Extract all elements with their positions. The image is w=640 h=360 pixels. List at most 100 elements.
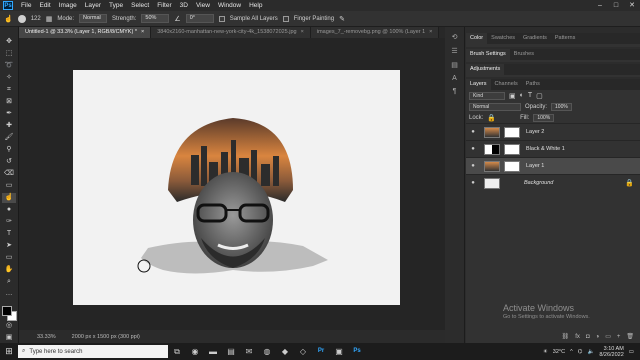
screen-mode-icon[interactable]: ▣ xyxy=(2,333,16,343)
history-brush-icon[interactable]: ↺ xyxy=(2,157,16,167)
crop-tool-icon[interactable]: ⌗ xyxy=(2,85,16,95)
lock-icon[interactable]: 🔒 xyxy=(487,114,496,122)
tab-adjustments[interactable]: Adjustments xyxy=(466,64,505,75)
close-icon[interactable]: ✕ xyxy=(624,0,640,11)
eraser-tool-icon[interactable]: ⌫ xyxy=(2,169,16,179)
new-layer-icon[interactable]: + xyxy=(617,334,621,340)
fill-input[interactable]: 100% xyxy=(533,113,555,122)
premiere-icon[interactable]: Pr xyxy=(312,345,330,358)
menu-select[interactable]: Select xyxy=(127,0,153,11)
close-tab-icon[interactable]: × xyxy=(301,29,304,35)
dodge-tool-icon[interactable]: ● xyxy=(2,205,16,215)
document-canvas[interactable] xyxy=(73,70,400,305)
layer-row[interactable]: ● Background 🔒 xyxy=(466,174,640,191)
zoom-level[interactable]: 33.33% xyxy=(37,334,56,340)
visibility-eye-icon[interactable]: ● xyxy=(466,129,480,135)
close-tab-icon[interactable]: × xyxy=(429,29,432,35)
mail-icon[interactable]: ✉ xyxy=(240,345,258,358)
canvas-area[interactable] xyxy=(19,38,445,330)
menu-edit[interactable]: Edit xyxy=(35,0,54,11)
adjustment-layer-icon[interactable]: ◑ xyxy=(596,334,600,340)
maximize-icon[interactable]: □ xyxy=(608,0,624,11)
hand-tool-icon[interactable]: ✋ xyxy=(2,265,16,275)
app-icon[interactable]: ◆ xyxy=(276,345,294,358)
filter-type-icon[interactable]: T xyxy=(528,92,532,99)
tab-brush-settings[interactable]: Brush Settings xyxy=(466,49,510,60)
opacity-input[interactable]: 100% xyxy=(551,102,572,111)
menu-3d[interactable]: 3D xyxy=(176,0,192,11)
link-icon[interactable]: ⛓ xyxy=(562,333,570,340)
type-tool-icon[interactable]: T xyxy=(2,229,16,239)
visibility-eye-icon[interactable]: ● xyxy=(466,180,480,186)
menu-type[interactable]: Type xyxy=(105,0,127,11)
photoshop-taskbar-icon[interactable]: Ps xyxy=(348,345,366,358)
windows-start-icon[interactable]: ⊞ xyxy=(0,346,18,357)
brush-settings-icon[interactable]: ▦ xyxy=(46,15,53,23)
quick-mask-icon[interactable]: ◎ xyxy=(2,321,16,331)
taskbar-search[interactable]: ⌕ Type here to search xyxy=(18,345,168,358)
visibility-eye-icon[interactable]: ● xyxy=(466,163,480,169)
eyedropper-icon[interactable]: ✒ xyxy=(2,109,16,119)
color-swatches[interactable] xyxy=(1,305,17,321)
mode-select[interactable]: Normal xyxy=(79,14,108,23)
clock[interactable]: 3:10 AM 8/26/2022 xyxy=(599,346,623,358)
layer-row[interactable]: ● Black & White 1 xyxy=(466,140,640,157)
blend-mode-select[interactable]: Normal xyxy=(469,102,521,111)
task-view-icon[interactable]: ⧉ xyxy=(168,345,186,358)
more-tools-icon[interactable]: … xyxy=(2,289,16,299)
notifications-icon[interactable]: ▭ xyxy=(629,349,634,355)
libraries-icon[interactable]: ▤ xyxy=(449,61,461,69)
angle-input[interactable]: 0° xyxy=(185,14,214,23)
filter-pixel-icon[interactable]: ▣ xyxy=(509,92,516,100)
menu-view[interactable]: View xyxy=(192,0,214,11)
brush-preset-icon[interactable] xyxy=(17,14,26,23)
quick-select-icon[interactable]: ✧ xyxy=(2,73,16,83)
smudge-tool-icon[interactable]: ☝ xyxy=(4,15,13,23)
menu-filter[interactable]: Filter xyxy=(153,0,175,11)
path-select-icon[interactable]: ➤ xyxy=(2,241,16,251)
clone-stamp-icon[interactable]: ⚲ xyxy=(2,145,16,155)
properties-icon[interactable]: ☰ xyxy=(449,47,461,55)
visibility-eye-icon[interactable]: ● xyxy=(466,146,480,152)
add-mask-icon[interactable]: ◘ xyxy=(586,334,590,340)
app-icon-3[interactable]: ▣ xyxy=(330,345,348,358)
history-icon[interactable]: ⟲ xyxy=(449,33,461,41)
tab-untitled-1[interactable]: Untitled-1 @ 33.3% (Layer 1, RGB/8/CMYK)… xyxy=(19,27,152,38)
foreground-color-swatch[interactable] xyxy=(2,306,12,316)
lasso-tool-icon[interactable]: ➰ xyxy=(2,61,16,71)
filter-kind-select[interactable]: Kind xyxy=(469,91,505,100)
app-icon-2[interactable]: ◇ xyxy=(294,345,312,358)
layer-row[interactable]: ● Layer 1 xyxy=(466,157,640,174)
finger-painting-checkbox[interactable] xyxy=(282,15,289,22)
file-explorer-icon[interactable]: ▬ xyxy=(204,345,222,358)
store-icon[interactable]: ▤ xyxy=(222,345,240,358)
sample-all-checkbox[interactable] xyxy=(218,15,225,22)
filter-shape-icon[interactable]: ▢ xyxy=(536,92,543,100)
layer-mask-thumbnail[interactable] xyxy=(504,126,520,138)
character-icon[interactable]: A xyxy=(449,75,461,82)
frame-tool-icon[interactable]: ⊠ xyxy=(2,97,16,107)
close-tab-icon[interactable]: × xyxy=(141,29,144,35)
healing-brush-icon[interactable]: ✚ xyxy=(2,121,16,131)
menu-help[interactable]: Help xyxy=(245,0,266,11)
network-icon[interactable]: ⌬ xyxy=(578,349,583,355)
strength-input[interactable]: 50% xyxy=(141,14,170,23)
minimize-icon[interactable]: – xyxy=(592,0,608,11)
menu-window[interactable]: Window xyxy=(214,0,245,11)
menu-image[interactable]: Image xyxy=(55,0,81,11)
tab-paths[interactable]: Paths xyxy=(522,79,544,90)
menu-file[interactable]: File xyxy=(17,0,35,11)
menu-layer[interactable]: Layer xyxy=(81,0,105,11)
chrome-icon[interactable]: ◍ xyxy=(258,345,276,358)
tab-brushes[interactable]: Brushes xyxy=(510,49,538,60)
paragraph-icon[interactable]: ¶ xyxy=(449,88,461,95)
layer-row[interactable]: ● Layer 2 xyxy=(466,123,640,140)
tab-images-7[interactable]: images_7_-removebg.png @ 100% (Layer 1 × xyxy=(310,27,440,38)
tab-gradients[interactable]: Gradients xyxy=(519,33,551,44)
filter-adjust-icon[interactable]: ◐ xyxy=(520,92,524,99)
group-icon[interactable]: ▭ xyxy=(605,333,611,340)
tab-patterns[interactable]: Patterns xyxy=(551,33,579,44)
smudge-tool-icon-active[interactable]: ☝ xyxy=(2,193,16,203)
layer-mask-thumbnail[interactable] xyxy=(504,143,520,155)
marquee-tool-icon[interactable]: ⬚ xyxy=(2,49,16,59)
